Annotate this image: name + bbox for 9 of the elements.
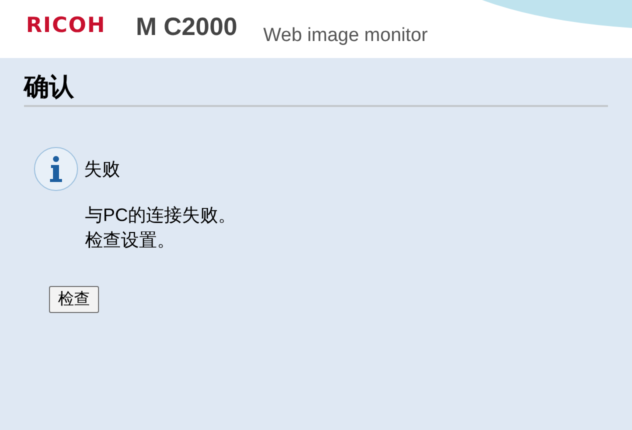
message-text: 检查设置。 xyxy=(85,229,176,252)
message-text: 与PC的连接失败。 xyxy=(85,204,238,227)
page-title: 确认 xyxy=(24,73,74,101)
check-button[interactable]: 检查 xyxy=(49,286,99,313)
brand-logo: RICOH xyxy=(26,12,106,38)
info-icon xyxy=(34,147,78,191)
model-name: M C2000 xyxy=(136,12,238,42)
product-name: Web image monitor xyxy=(263,24,428,48)
message-heading: 失败 xyxy=(84,158,120,180)
